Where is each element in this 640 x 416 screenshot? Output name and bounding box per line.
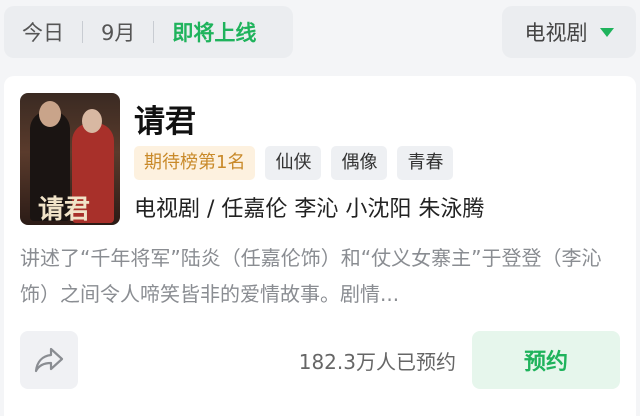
rank-badge[interactable]: 期待榜第1名 [134,146,256,180]
genre-tag: 偶像 [331,146,388,180]
tab-today[interactable]: 今日 [4,17,64,47]
caret-down-icon [599,27,614,37]
reservation-count: 182.3万人已预约 [298,350,456,374]
poster-figure-female-head [82,109,102,133]
show-poster[interactable]: 请君 [20,93,120,225]
filter-bar: 今日 9月 即将上线 电视剧 [0,0,640,70]
genre-tag: 青春 [397,146,454,180]
show-meta: 电视剧 / 任嘉伦 李沁 小沈阳 朱泳腾 [134,197,485,222]
share-button[interactable] [20,331,78,389]
show-tags: 期待榜第1名 仙侠 偶像 青春 [134,146,454,180]
poster-title: 请君 [38,195,91,225]
genre-tag: 仙侠 [265,146,322,180]
category-dropdown[interactable]: 电视剧 [502,6,636,58]
category-label: 电视剧 [524,21,588,45]
tab-september[interactable]: 9月 [83,17,135,47]
reserve-button[interactable]: 预约 [472,331,620,389]
poster-figure-male-head [39,101,61,127]
show-description: 讲述了“千年将军”陆炎（任嘉伦饰）和“仗义女寨主”于登登（李沁饰）之间令人啼笑皆… [20,246,602,306]
date-tabs: 今日 9月 即将上线 [4,6,293,58]
show-title[interactable]: 请君 [134,96,196,141]
tab-upcoming[interactable]: 即将上线 [154,17,256,47]
show-card[interactable]: 请君 请君 期待榜第1名 仙侠 偶像 青春 电视剧 / 任嘉伦 李沁 小沈阳 朱… [4,76,636,416]
share-icon [34,347,64,373]
